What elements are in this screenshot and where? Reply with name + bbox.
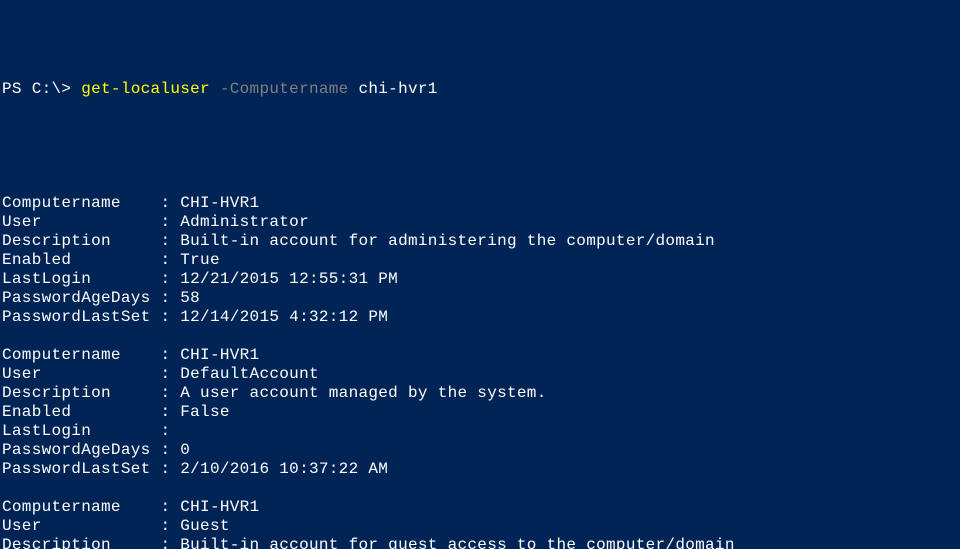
field-label: PasswordLastSet xyxy=(2,460,160,478)
output-row-passwordagedays: PasswordAgeDays : 58 xyxy=(2,289,960,308)
blank-line xyxy=(2,118,960,137)
output-row-passwordagedays: PasswordAgeDays : 0 xyxy=(2,441,960,460)
output-row-enabled: Enabled : False xyxy=(2,403,960,422)
output-row-enabled: Enabled : True xyxy=(2,251,960,270)
output-row-lastlogin: LastLogin : 12/21/2015 12:55:31 PM xyxy=(2,270,960,289)
field-value: DefaultAccount xyxy=(180,365,319,383)
prompt-line[interactable]: PS C:\> get-localuser -Computername chi-… xyxy=(2,80,960,99)
output-row-passwordlastset: PasswordLastSet : 2/10/2016 10:37:22 AM xyxy=(2,460,960,479)
field-label: User xyxy=(2,365,160,383)
prompt-command: get-localuser xyxy=(81,80,210,98)
field-separator: : xyxy=(160,308,180,326)
field-separator: : xyxy=(160,346,180,364)
output-record: Computername : CHI-HVR1User : DefaultAcc… xyxy=(2,346,960,479)
field-label: LastLogin xyxy=(2,270,160,288)
field-separator: : xyxy=(160,232,180,250)
field-separator: : xyxy=(160,213,180,231)
field-label: Description xyxy=(2,384,160,402)
field-separator: : xyxy=(160,422,180,440)
field-label: Description xyxy=(2,536,160,549)
field-label: PasswordAgeDays xyxy=(2,441,160,459)
output-row-user: User : DefaultAccount xyxy=(2,365,960,384)
field-value: False xyxy=(180,403,230,421)
field-separator: : xyxy=(160,270,180,288)
field-value: 12/21/2015 12:55:31 PM xyxy=(180,270,398,288)
field-label: User xyxy=(2,213,160,231)
field-value: A user account managed by the system. xyxy=(180,384,546,402)
field-value: CHI-HVR1 xyxy=(180,498,259,516)
field-separator: : xyxy=(160,498,180,516)
prompt-parameter: -Computername xyxy=(210,80,349,98)
output-records: Computername : CHI-HVR1User : Administra… xyxy=(2,194,960,549)
field-separator: : xyxy=(160,441,180,459)
output-row-user: User : Guest xyxy=(2,517,960,536)
field-value: Built-in account for administering the c… xyxy=(180,232,715,250)
field-label: LastLogin xyxy=(2,422,160,440)
blank-line xyxy=(2,479,960,498)
output-row-description: Description : A user account managed by … xyxy=(2,384,960,403)
output-row-computername: Computername : CHI-HVR1 xyxy=(2,498,960,517)
blank-line xyxy=(2,327,960,346)
field-label: Computername xyxy=(2,498,160,516)
field-separator: : xyxy=(160,403,180,421)
field-value: 2/10/2016 10:37:22 AM xyxy=(180,460,388,478)
field-value: Built-in account for guest access to the… xyxy=(180,536,735,549)
output-row-description: Description : Built-in account for guest… xyxy=(2,536,960,549)
field-label: PasswordAgeDays xyxy=(2,289,160,307)
field-value: CHI-HVR1 xyxy=(180,346,259,364)
field-value: 0 xyxy=(180,441,190,459)
output-row-lastlogin: LastLogin : xyxy=(2,422,960,441)
field-label: User xyxy=(2,517,160,535)
field-separator: : xyxy=(160,517,180,535)
field-label: Enabled xyxy=(2,403,160,421)
field-value: CHI-HVR1 xyxy=(180,194,259,212)
output-row-user: User : Administrator xyxy=(2,213,960,232)
field-label: Enabled xyxy=(2,251,160,269)
output-row-description: Description : Built-in account for admin… xyxy=(2,232,960,251)
field-value: Guest xyxy=(180,517,230,535)
field-label: Description xyxy=(2,232,160,250)
field-separator: : xyxy=(160,460,180,478)
field-value: Administrator xyxy=(180,213,309,231)
output-record: Computername : CHI-HVR1User : Administra… xyxy=(2,194,960,327)
field-separator: : xyxy=(160,365,180,383)
output-row-passwordlastset: PasswordLastSet : 12/14/2015 4:32:12 PM xyxy=(2,308,960,327)
blank-line xyxy=(2,156,960,175)
field-value: 12/14/2015 4:32:12 PM xyxy=(180,308,388,326)
prompt-prefix: PS C:\> xyxy=(2,80,81,98)
output-row-computername: Computername : CHI-HVR1 xyxy=(2,346,960,365)
field-label: Computername xyxy=(2,194,160,212)
field-separator: : xyxy=(160,384,180,402)
field-label: PasswordLastSet xyxy=(2,308,160,326)
field-separator: : xyxy=(160,194,180,212)
output-record: Computername : CHI-HVR1User : GuestDescr… xyxy=(2,498,960,549)
field-value: True xyxy=(180,251,220,269)
prompt-argument: chi-hvr1 xyxy=(349,80,438,98)
output-row-computername: Computername : CHI-HVR1 xyxy=(2,194,960,213)
field-separator: : xyxy=(160,251,180,269)
field-label: Computername xyxy=(2,346,160,364)
field-separator: : xyxy=(160,536,180,549)
field-separator: : xyxy=(160,289,180,307)
field-value: 58 xyxy=(180,289,200,307)
